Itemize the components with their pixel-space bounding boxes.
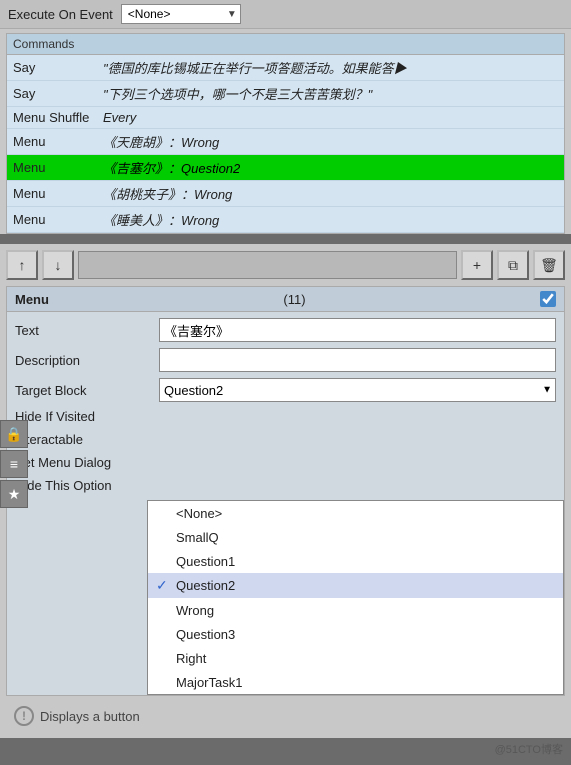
command-type: Say [13,86,103,101]
main-container: Execute On Event <None> ▼ Commands Say"德… [0,0,571,738]
dropdown-option[interactable]: ✓Question2 [148,573,563,598]
dropdown-option-label: Question1 [176,554,555,569]
text-input[interactable] [159,318,556,342]
menu-checkbox[interactable] [540,291,556,307]
add-button[interactable]: + [461,250,493,280]
properties-grid: Text Description Target Block Question2 [7,312,564,500]
dropdown-option[interactable]: <None> [148,501,563,525]
command-type: Menu [13,186,103,201]
prop-label-hide-if-visited: Hide If Visited [15,406,155,427]
commands-panel: Commands Say"德国的库比锡城正在举行一项答题活动。如果能答▶Say"… [6,33,565,234]
command-row[interactable]: Say"德国的库比锡城正在举行一项答题活动。如果能答▶ [7,55,564,81]
up-button[interactable]: ↑ [6,250,38,280]
menu-block-number: (11) [283,292,305,307]
execute-on-event-label: Execute On Event [8,7,113,22]
dropdown-popup: <None>SmallQQuestion1✓Question2WrongQues… [147,500,564,695]
prop-value-hide-this-option [159,475,556,496]
command-row[interactable]: Menu ShuffleEvery [7,107,564,129]
command-row[interactable]: Say"下列三个选项中，哪一个不是三大苦苦策划？" [7,81,564,107]
dropdown-option[interactable]: Right [148,646,563,670]
command-value: 《天鹿胡》：Wrong [103,132,219,151]
target-block-dropdown-wrapper: Question2 ▼ [159,378,556,402]
dropdown-option[interactable]: Question3 [148,622,563,646]
command-value: Every [103,110,136,125]
lock-icon[interactable]: 🔒 [0,420,28,448]
prop-value-target-block: Question2 ▼ [159,376,556,404]
command-value: "下列三个选项中，哪一个不是三大苦苦策划？" [103,84,372,103]
command-row[interactable]: Menu《吉塞尔》：Question2 [7,155,564,181]
prop-label-set-menu-dialog: Set Menu Dialog [15,452,155,473]
prop-value-interactable [159,429,556,450]
prop-label-description: Description [15,346,155,374]
description-input[interactable] [159,348,556,372]
command-row[interactable]: Menu《睡美人》：Wrong [7,207,564,233]
command-value: 《吉塞尔》：Question2 [103,158,240,177]
commands-header: Commands [7,34,564,55]
command-type: Say [13,60,103,75]
prop-value-set-menu-dialog [159,452,556,473]
copy-button[interactable]: ⧉ [497,250,529,280]
dropdown-option[interactable]: MajorTask1 [148,670,563,694]
command-type: Menu [13,134,103,149]
prop-label-hide-this-option: Hide This Option [15,475,155,496]
command-value: "德国的库比锡城正在举行一项答题活动。如果能答▶ [103,58,407,77]
command-type: Menu [13,212,103,227]
left-sidebar: 🔒 ≡ ★ [0,420,28,508]
bottom-panel: ↑ ↓ + ⧉ 🗑 Menu (11) Text Description [0,244,571,738]
watermark: @51CTO博客 [495,741,563,757]
dropdown-option-label: Question3 [176,627,555,642]
info-icon: ! [14,706,34,726]
toolbar-text-input[interactable] [78,251,457,279]
check-mark-icon: ✓ [156,577,176,594]
delete-button[interactable]: 🗑 [533,250,565,280]
dropdown-option-label: SmallQ [176,530,555,545]
dropdown-option-label: Question2 [176,578,555,593]
dropdown-option[interactable]: Question1 [148,549,563,573]
list-icon[interactable]: ≡ [0,450,28,478]
menu-block-header: Menu (11) [7,287,564,312]
displays-text: Displays a button [40,709,140,724]
target-block-dropdown[interactable]: Question2 [159,378,556,402]
down-button[interactable]: ↓ [42,250,74,280]
toolbar-row: ↑ ↓ + ⧉ 🗑 [6,250,565,280]
menu-block-title: Menu [15,292,49,307]
command-value: 《胡桃夹子》：Wrong [103,184,232,203]
command-type: Menu Shuffle [13,110,103,125]
dropdown-option-label: Wrong [176,603,555,618]
prop-label-target-block: Target Block [15,376,155,404]
dropdown-option-label: Right [176,651,555,666]
prop-value-hide-if-visited [159,406,556,427]
prop-value-text [159,316,556,344]
dropdown-option-label: <None> [176,506,555,521]
prop-label-text: Text [15,316,155,344]
dropdown-option[interactable]: SmallQ [148,525,563,549]
command-type: Menu [13,160,103,175]
prop-label-interactable: Interactable [15,429,155,450]
star-icon[interactable]: ★ [0,480,28,508]
dropdown-option-label: MajorTask1 [176,675,555,690]
command-value: 《睡美人》：Wrong [103,210,219,229]
prop-value-description [159,346,556,374]
command-rows-container: Say"德国的库比锡城正在举行一项答题活动。如果能答▶Say"下列三个选项中，哪… [7,55,564,233]
displays-row: ! Displays a button [6,700,565,732]
execute-on-event-bar: Execute On Event <None> ▼ [0,0,571,29]
dropdown-option[interactable]: Wrong [148,598,563,622]
command-row[interactable]: Menu《胡桃夹子》：Wrong [7,181,564,207]
execute-on-event-dropdown[interactable]: <None> [121,4,241,24]
command-row[interactable]: Menu《天鹿胡》：Wrong [7,129,564,155]
top-panel: Execute On Event <None> ▼ Commands Say"德… [0,0,571,234]
execute-dropdown-wrapper: <None> ▼ [121,4,241,24]
menu-block: Menu (11) Text Description Target Block [6,286,565,696]
